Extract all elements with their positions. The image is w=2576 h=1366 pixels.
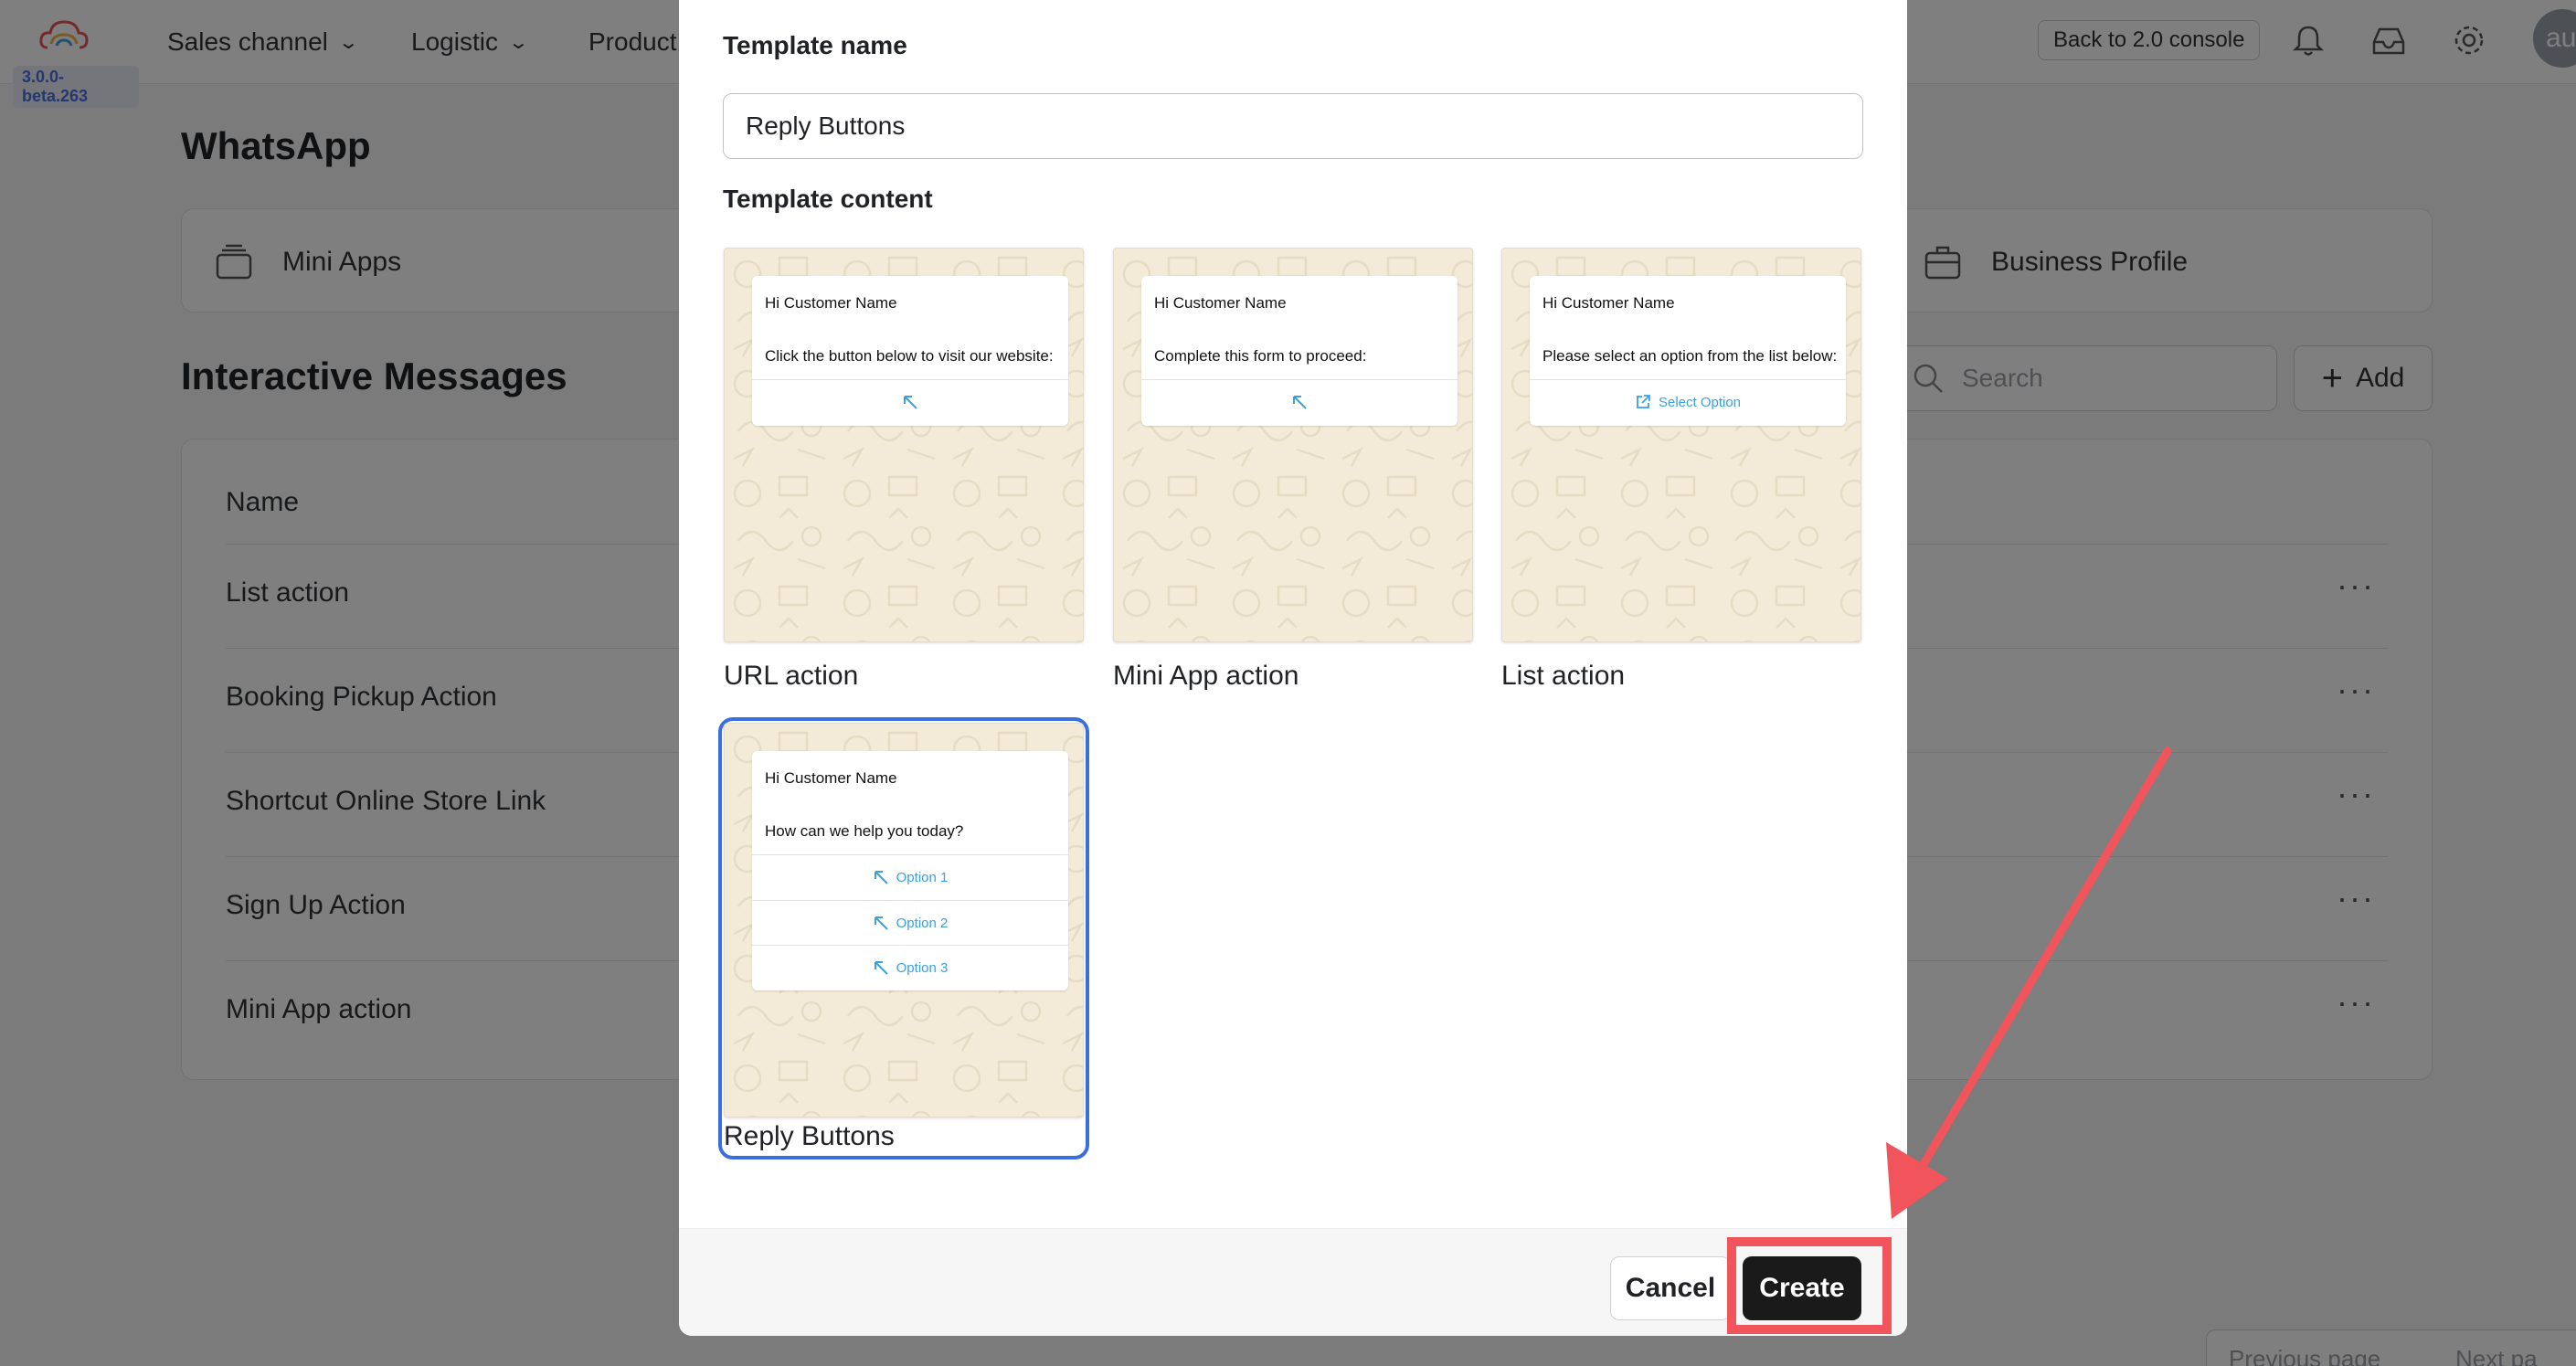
annotation-arrow-icon	[1886, 747, 2172, 1219]
